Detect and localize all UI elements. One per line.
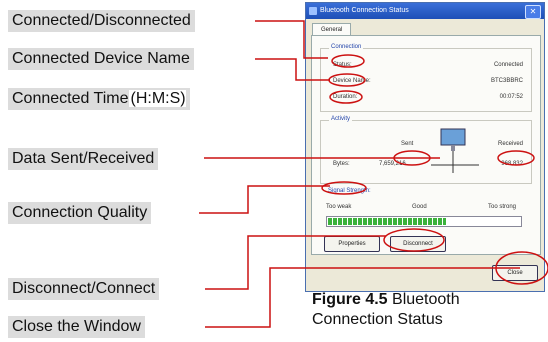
leader-device-name (255, 58, 330, 81)
highlight-duration (329, 90, 363, 104)
highlight-device-name (328, 73, 366, 87)
leader-status (255, 20, 328, 59)
figure-caption: Figure 4.5 Bluetooth Connection Status (312, 290, 542, 330)
leader-disconnect (205, 235, 386, 290)
highlight-bytes-received (497, 150, 535, 166)
leader-connection-quality (199, 185, 330, 214)
highlight-signal-strength (321, 181, 367, 195)
figure-number: Figure 4.5 (312, 291, 388, 308)
highlight-status (331, 54, 365, 68)
highlight-disconnect (383, 228, 445, 252)
